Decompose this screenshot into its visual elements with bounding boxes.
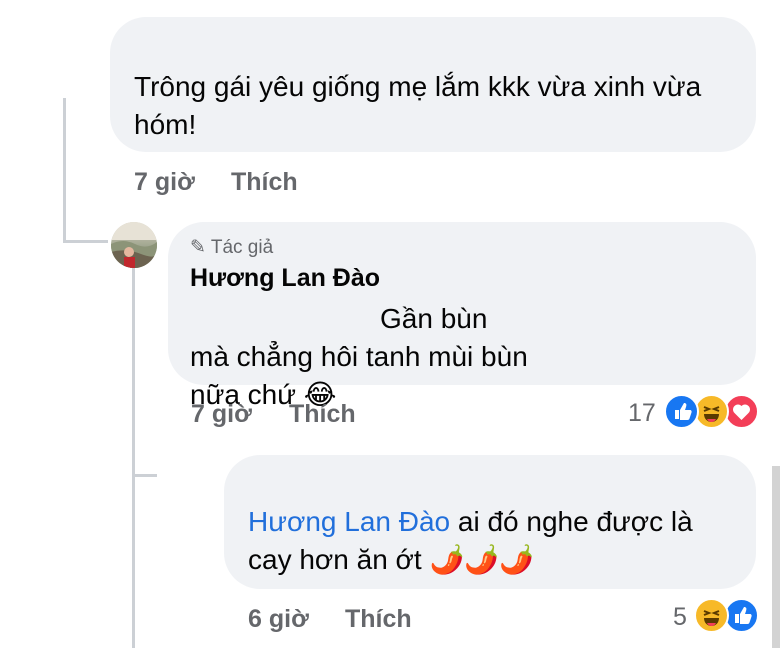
thread-line (132, 268, 135, 648)
thread-line (63, 98, 66, 243)
reaction-count: 5 (673, 603, 687, 631)
comment-bubble: Hương Lan Đào ai đó nghe được là cay hơn… (224, 455, 756, 589)
thread-line (63, 240, 108, 243)
haha-reaction-icon (694, 598, 729, 633)
avatar[interactable] (111, 222, 157, 268)
comment-bubble: Trông gái yêu giống mẹ lắm kkk vừa xinh … (110, 17, 756, 152)
comment-text: Trông gái yêu giống mẹ lắm kkk vừa xinh … (134, 71, 702, 140)
comment-timestamp[interactable]: 6 giờ (248, 605, 309, 634)
avatar-photo (111, 222, 157, 268)
comment-body: Gần bùn mà chẳng hôi tanh mùi bùn nữa ch… (190, 303, 528, 410)
like-reaction-icon (724, 598, 759, 633)
like-reaction-icon (664, 394, 699, 429)
pencil-icon: ✎ (190, 237, 206, 258)
love-reaction-icon (724, 394, 759, 429)
scrollbar[interactable] (772, 466, 780, 648)
like-button[interactable]: Thích (289, 400, 356, 429)
comment-timestamp[interactable]: 7 giờ (134, 168, 195, 197)
haha-reaction-icon (694, 394, 729, 429)
like-button[interactable]: Thích (345, 605, 412, 634)
comment-text: Hương Lan Đào ai đó nghe được là cay hơn… (248, 503, 736, 579)
chili-pepper-emoji: 🌶️🌶️🌶️ (429, 544, 535, 575)
mention-link[interactable]: Hương Lan Đào (248, 506, 450, 537)
comment-timestamp[interactable]: 7 giờ (191, 400, 252, 429)
like-button[interactable]: Thích (231, 168, 298, 197)
thread-line (132, 474, 157, 477)
author-badge: ✎ Tác giả (190, 236, 273, 259)
comment-author[interactable]: Hương Lan Đào (190, 264, 380, 293)
reaction-count: 17 (628, 399, 656, 427)
comment-text: Gần bùn mà chẳng hôi tanh mùi bùn nữa ch… (190, 300, 530, 414)
author-badge-label: Tác giả (210, 237, 274, 258)
comment-thread: Trông gái yêu giống mẹ lắm kkk vừa xinh … (0, 0, 780, 648)
